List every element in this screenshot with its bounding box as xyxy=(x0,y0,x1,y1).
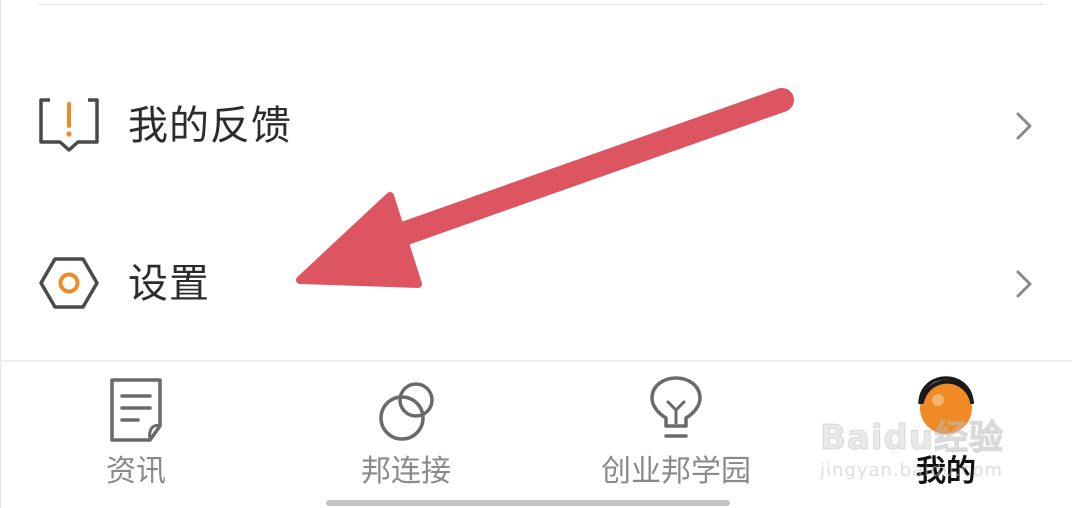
menu-item-feedback[interactable]: 我的反馈 xyxy=(0,76,1072,176)
tabbar-divider xyxy=(0,360,1072,362)
tab-label: 资讯 xyxy=(106,454,166,489)
tab-academy[interactable]: 创业邦学园 xyxy=(576,368,776,498)
tab-news[interactable]: 资讯 xyxy=(36,368,236,498)
chevron-right-icon xyxy=(1016,112,1032,140)
menu-item-label: 设置 xyxy=(128,261,210,307)
tab-label: 邦连接 xyxy=(361,454,451,489)
settings-icon xyxy=(39,257,99,309)
tab-label: 创业邦学园 xyxy=(601,454,751,489)
top-divider xyxy=(38,4,1044,5)
watermark-url: jingyan.baidu.com xyxy=(820,460,1004,481)
tab-connect[interactable]: 邦连接 xyxy=(306,368,506,498)
home-indicator[interactable] xyxy=(326,500,730,506)
menu-item-settings[interactable]: 设置 xyxy=(0,234,1072,334)
linked-circles-icon xyxy=(379,382,434,441)
baidu-watermark: Baidu经验 jingyan.baidu.com xyxy=(819,410,1040,500)
feedback-icon xyxy=(39,98,99,152)
lightbulb-icon xyxy=(650,376,702,438)
chevron-right-icon xyxy=(1016,270,1032,298)
watermark-brand: Baidu经验 xyxy=(819,418,1005,459)
news-document-icon xyxy=(110,378,162,442)
menu-item-label: 我的反馈 xyxy=(128,103,292,149)
